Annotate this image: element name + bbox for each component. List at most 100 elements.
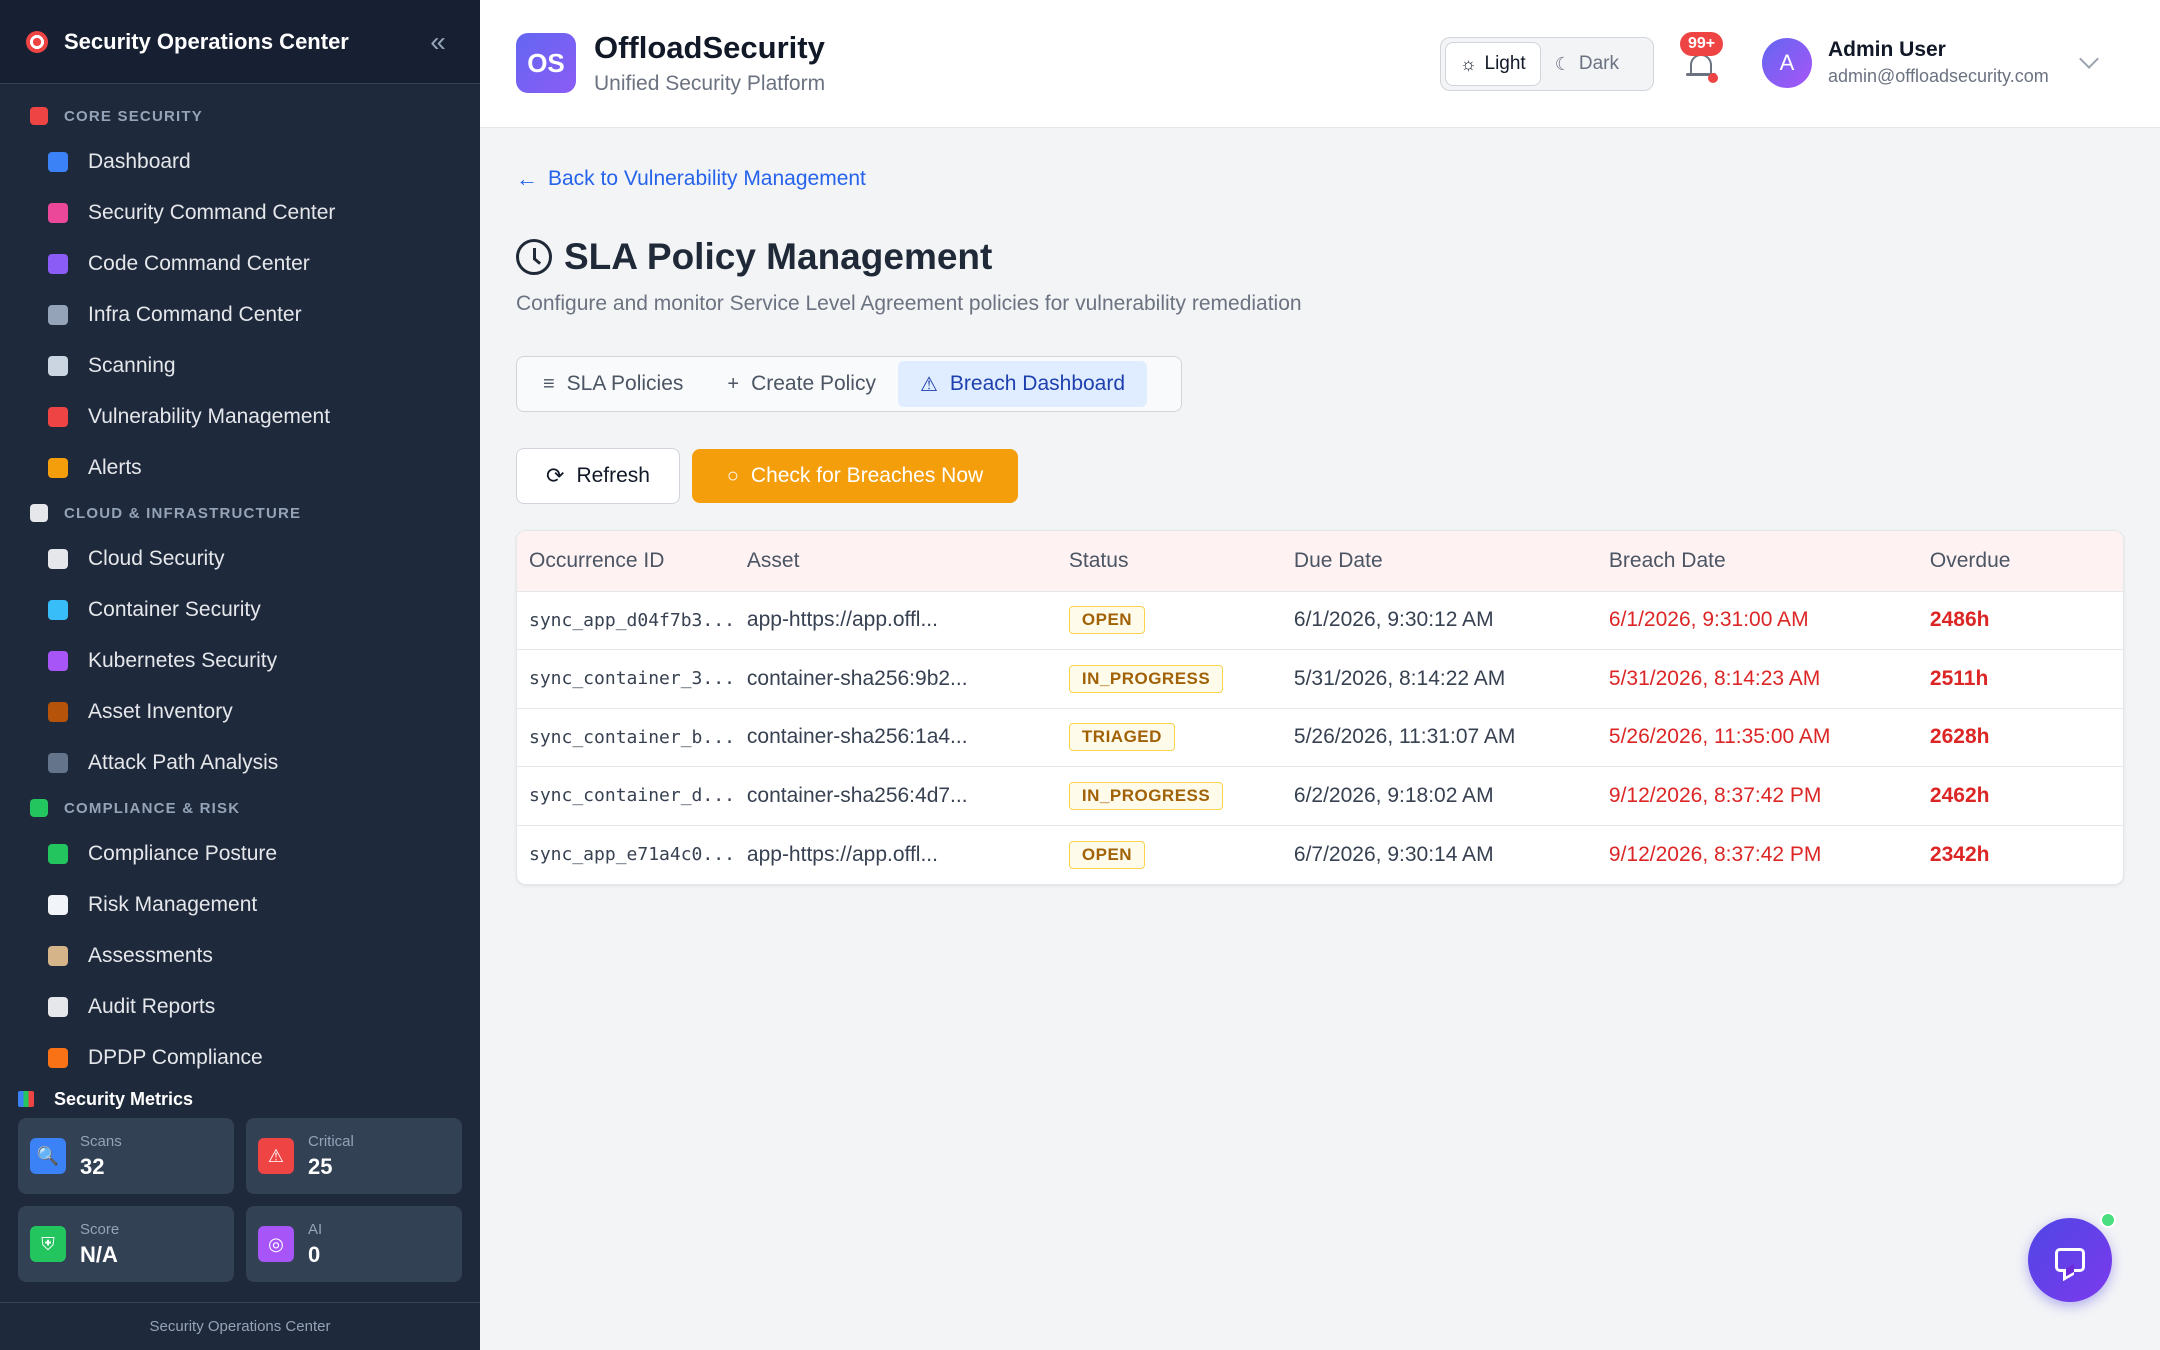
- refresh-button[interactable]: ⟳ Refresh: [516, 448, 680, 504]
- table-header-row: Occurrence ID Asset Status Due Date Brea…: [517, 531, 2123, 591]
- sidebar-item-assessments[interactable]: Assessments: [0, 930, 480, 981]
- brand-logo[interactable]: OS: [516, 33, 576, 93]
- status-badge: TRIAGED: [1068, 723, 1175, 752]
- sidebar-item-attack-path-analysis[interactable]: Attack Path Analysis: [0, 737, 480, 788]
- col-asset[interactable]: Asset: [735, 531, 1057, 591]
- sidebar-item-label: Scanning: [88, 353, 176, 377]
- table-row[interactable]: sync_app_e71a4c0... app-https://app.offl.…: [517, 825, 2123, 884]
- sidebar-header: Security Operations Center «: [0, 0, 480, 84]
- sidebar-item-compliance-posture[interactable]: Compliance Posture: [0, 828, 480, 879]
- section-icon: [30, 107, 48, 125]
- theme-dark-button[interactable]: ☾ Dark: [1541, 42, 1633, 86]
- asset-cell: container-sha256:9b2...: [746, 666, 968, 690]
- sidebar: Security Operations Center « CORE SECURI…: [0, 0, 480, 1350]
- theme-dark-label: Dark: [1578, 53, 1619, 74]
- sidebar-item-infra-command-center[interactable]: Infra Command Center: [0, 289, 480, 340]
- sidebar-item-asset-inventory[interactable]: Asset Inventory: [0, 686, 480, 737]
- occurrence-id-cell: sync_app_d04f7b3...: [529, 609, 735, 631]
- asset-cell: container-sha256:1a4...: [746, 725, 968, 749]
- breach-date-cell: 6/1/2026, 9:31:00 AM: [1608, 608, 1809, 632]
- due-date-cell: 5/31/2026, 8:14:22 AM: [1293, 666, 1506, 690]
- metric-label: Scans: [80, 1132, 122, 1150]
- overdue-cell: 2462h: [1929, 783, 1990, 807]
- page-title-row: SLA Policy Management: [516, 236, 992, 278]
- user-name[interactable]: Admin User: [1828, 38, 1946, 62]
- sidebar-item-label: Assessments: [88, 943, 213, 967]
- sidebar-item-dashboard[interactable]: Dashboard: [0, 136, 480, 187]
- breach-date-cell: 5/26/2026, 11:35:00 AM: [1608, 725, 1831, 749]
- metric-card-scans[interactable]: 🔍 Scans 32: [18, 1118, 234, 1194]
- magnifier-icon: 🔍: [30, 1138, 66, 1174]
- col-status[interactable]: Status: [1057, 531, 1282, 591]
- metric-card-critical[interactable]: ⚠ Critical 25: [246, 1118, 462, 1194]
- sidebar-item-cloud-security[interactable]: Cloud Security: [0, 533, 480, 584]
- table-row[interactable]: sync_container_d... container-sha256:4d7.…: [517, 766, 2123, 826]
- sidebar-item-risk-management[interactable]: Risk Management: [0, 879, 480, 930]
- breach-date-cell: 5/31/2026, 8:14:23 AM: [1608, 666, 1821, 690]
- package-icon: [48, 701, 68, 722]
- theme-light-label: Light: [1484, 53, 1526, 74]
- col-occurrence-id[interactable]: Occurrence ID: [517, 531, 735, 591]
- chat-button[interactable]: [2028, 1218, 2112, 1302]
- sidebar-item-kubernetes-security[interactable]: Kubernetes Security: [0, 635, 480, 686]
- tab-create-policy[interactable]: + Create Policy: [705, 361, 898, 407]
- sidebar-item-scanning[interactable]: Scanning: [0, 340, 480, 391]
- col-breach-date[interactable]: Breach Date: [1597, 531, 1918, 591]
- status-cell: IN_PROGRESS: [1057, 650, 1282, 709]
- sidebar-item-label: Risk Management: [88, 892, 258, 916]
- table-row[interactable]: sync_container_3... container-sha256:9b2.…: [517, 649, 2123, 709]
- status-cell: TRIAGED: [1057, 708, 1282, 767]
- overdue-cell: 2628h: [1929, 725, 1990, 749]
- occurrence-id-cell: sync_container_d...: [529, 785, 735, 807]
- refresh-label: Refresh: [576, 464, 650, 487]
- sidebar-item-label: Compliance Posture: [88, 841, 278, 865]
- col-overdue[interactable]: Overdue: [1918, 531, 2123, 591]
- check-breaches-button[interactable]: ○ Check for Breaches Now: [692, 449, 1018, 503]
- metric-card-ai[interactable]: ◎ AI 0: [246, 1206, 462, 1282]
- tab-sla-policies[interactable]: ≡ SLA Policies: [521, 361, 705, 407]
- notification-dot: [1708, 73, 1718, 83]
- sidebar-item-alerts[interactable]: Alerts: [0, 442, 480, 493]
- security-metrics: Security Metrics 🔍 Scans 32 ⚠ Critical 25 ⛨ Sco…: [0, 1080, 480, 1300]
- tab-label: Breach Dashboard: [949, 372, 1126, 395]
- sidebar-item-container-security[interactable]: Container Security: [0, 584, 480, 635]
- metric-value: N/A: [80, 1241, 118, 1267]
- metric-text: Scans 32: [80, 1133, 122, 1180]
- collapse-sidebar-icon[interactable]: «: [420, 24, 456, 60]
- monitor-icon: [48, 304, 68, 325]
- sidebar-item-label: Kubernetes Security: [88, 648, 278, 672]
- status-badge: OPEN: [1068, 606, 1146, 635]
- sun-icon: ☼: [1460, 53, 1477, 74]
- table-row[interactable]: sync_container_b... container-sha256:1a4.…: [517, 708, 2123, 767]
- col-due-date[interactable]: Due Date: [1282, 531, 1597, 591]
- metric-value: 25: [308, 1153, 333, 1179]
- back-link[interactable]: ← Back to Vulnerability Management: [516, 166, 866, 192]
- topbar: OS OffloadSecurity Unified Security Plat…: [480, 0, 2160, 128]
- shield-icon: [48, 406, 68, 427]
- avatar[interactable]: A: [1762, 38, 1812, 88]
- occurrence-id-cell: sync_container_3...: [529, 668, 735, 690]
- theme-light-button[interactable]: ☼ Light: [1445, 42, 1541, 86]
- metric-card-score[interactable]: ⛨ Score N/A: [18, 1206, 234, 1282]
- sidebar-item-label: Security Command Center: [88, 200, 336, 224]
- bar-chart-icon: [18, 1091, 34, 1107]
- warning-icon: ⚠: [258, 1138, 294, 1174]
- sidebar-item-vulnerability-management[interactable]: Vulnerability Management: [0, 391, 480, 442]
- metric-grid: 🔍 Scans 32 ⚠ Critical 25 ⛨ Score N/A ◎ AI 0: [18, 1118, 462, 1282]
- sidebar-item-dpdp-compliance[interactable]: DPDP Compliance: [0, 1032, 480, 1080]
- sidebar-item-audit-reports[interactable]: Audit Reports: [0, 981, 480, 1032]
- tab-breach-dashboard[interactable]: ⚠ Breach Dashboard: [897, 361, 1148, 407]
- sidebar-item-code-command-center[interactable]: Code Command Center: [0, 238, 480, 289]
- bell-icon: [48, 457, 68, 478]
- brand-name: OffloadSecurity: [594, 30, 825, 65]
- occurrence-id-cell: sync_app_e71a4c0...: [529, 844, 735, 865]
- search-icon: ○: [726, 464, 739, 487]
- sidebar-item-security-command-center[interactable]: Security Command Center: [0, 187, 480, 238]
- section-icon: [30, 799, 48, 817]
- asset-cell: app-https://app.offl...: [746, 608, 938, 632]
- chevron-down-icon[interactable]: [2079, 49, 2099, 69]
- table-row[interactable]: sync_app_d04f7b3... app-https://app.offl.…: [517, 591, 2123, 650]
- tab-label: Create Policy: [751, 372, 876, 395]
- warning-icon: ⚠: [919, 373, 938, 396]
- brain-icon: [48, 202, 68, 223]
